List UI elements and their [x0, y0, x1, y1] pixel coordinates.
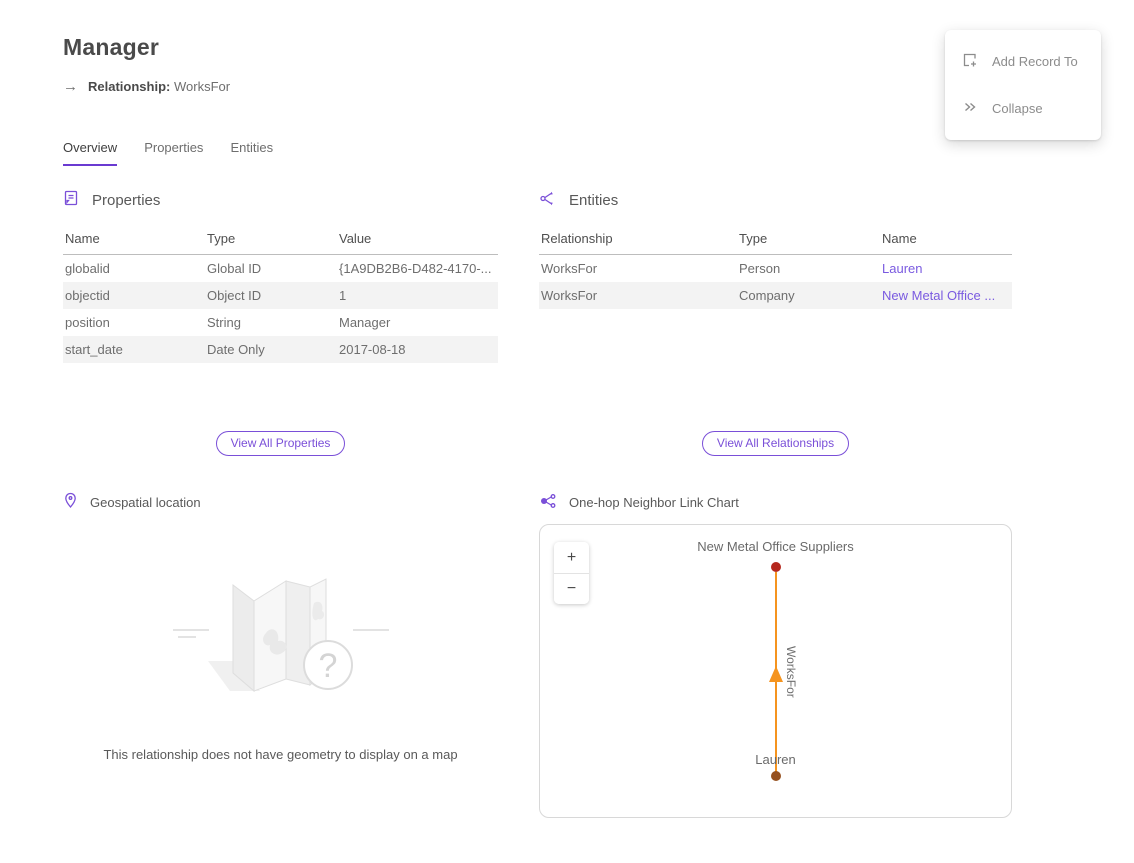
menu-item-add-record-to[interactable]: Add Record To	[945, 38, 1101, 85]
menu-item-label: Add Record To	[992, 54, 1078, 69]
tab-entities[interactable]: Entities	[230, 140, 273, 166]
menu-item-label: Collapse	[992, 101, 1043, 116]
column-header: Name	[63, 225, 205, 255]
column-header: Type	[205, 225, 337, 255]
node-label-company: New Metal Office Suppliers	[540, 539, 1011, 554]
map-placeholder-graphic: ?	[168, 573, 394, 701]
section-title: One-hop Neighbor Link Chart	[569, 495, 739, 510]
edge-arrowhead	[769, 666, 783, 682]
section-title: Properties	[92, 192, 160, 209]
zoom-out-button[interactable]: −	[554, 573, 589, 604]
node-company[interactable]	[771, 562, 781, 572]
column-header: Value	[337, 225, 498, 255]
table-row: start_date Date Only 2017-08-18	[63, 336, 498, 363]
question-mark-glyph: ?	[318, 647, 337, 685]
table-header-row: Name Type Value	[63, 225, 498, 255]
properties-button-row: View All Properties	[63, 431, 498, 456]
edge-label: WorksFor	[784, 646, 798, 698]
menu-item-collapse[interactable]: Collapse	[945, 85, 1101, 132]
geospatial-section-header: Geospatial location	[63, 492, 498, 513]
table-row: position String Manager	[63, 309, 498, 336]
view-all-relationships-button[interactable]: View All Relationships	[702, 431, 849, 456]
subtitle-text: Relationship: WorksFor	[88, 79, 230, 94]
properties-table: Name Type Value globalid Global ID {1A9D…	[63, 225, 498, 363]
tab-overview[interactable]: Overview	[63, 140, 117, 166]
link-chart-container: + − New Metal Office Suppliers WorksFor …	[539, 524, 1012, 818]
table-row: globalid Global ID {1A9DB2B6-D482-4170-.…	[63, 255, 498, 283]
section-title: Geospatial location	[90, 495, 201, 510]
column-header: Type	[737, 225, 880, 255]
table-row: WorksFor Company New Metal Office ...	[539, 282, 1012, 309]
section-title: Entities	[569, 192, 618, 209]
add-record-icon	[961, 51, 979, 72]
view-all-properties-button[interactable]: View All Properties	[216, 431, 346, 456]
entity-link-lauren[interactable]: Lauren	[882, 261, 922, 276]
entities-section-header: Entities	[539, 190, 1012, 211]
record-options-menu: Add Record To Collapse	[945, 30, 1101, 140]
relationships-button-row: View All Relationships	[539, 431, 1012, 456]
link-chart-canvas[interactable]: + − New Metal Office Suppliers WorksFor …	[539, 524, 1012, 818]
entities-section: Entities Relationship Type Name WorksFor	[539, 190, 1012, 431]
node-person[interactable]	[771, 771, 781, 781]
properties-icon	[63, 190, 80, 211]
map-pin-icon	[63, 492, 78, 513]
link-chart-icon	[539, 493, 557, 513]
geospatial-empty-message: This relationship does not have geometry…	[103, 747, 457, 762]
entities-icon	[539, 190, 557, 211]
link-chart-section-header: One-hop Neighbor Link Chart	[539, 492, 1012, 513]
entity-link-new-metal-office[interactable]: New Metal Office ...	[882, 288, 995, 303]
geospatial-empty-state: ? This relationship does not have geomet…	[63, 524, 498, 818]
node-label-person: Lauren	[540, 752, 1011, 767]
entities-table: Relationship Type Name WorksFor Person L…	[539, 225, 1012, 309]
detail-tabs: Overview Properties Entities	[63, 140, 1134, 166]
properties-section-header: Properties	[63, 190, 498, 211]
table-row: objectid Object ID 1	[63, 282, 498, 309]
collapse-icon	[961, 98, 979, 119]
column-header: Relationship	[539, 225, 737, 255]
right-arrow-icon: →	[63, 78, 78, 95]
table-row: WorksFor Person Lauren	[539, 255, 1012, 283]
properties-section: Properties Name Type Value globalid	[63, 190, 498, 431]
record-detail-page: Add Record To Collapse Manager → Relatio…	[0, 0, 1134, 863]
table-header-row: Relationship Type Name	[539, 225, 1012, 255]
column-header: Name	[880, 225, 1012, 255]
tab-properties[interactable]: Properties	[144, 140, 203, 166]
